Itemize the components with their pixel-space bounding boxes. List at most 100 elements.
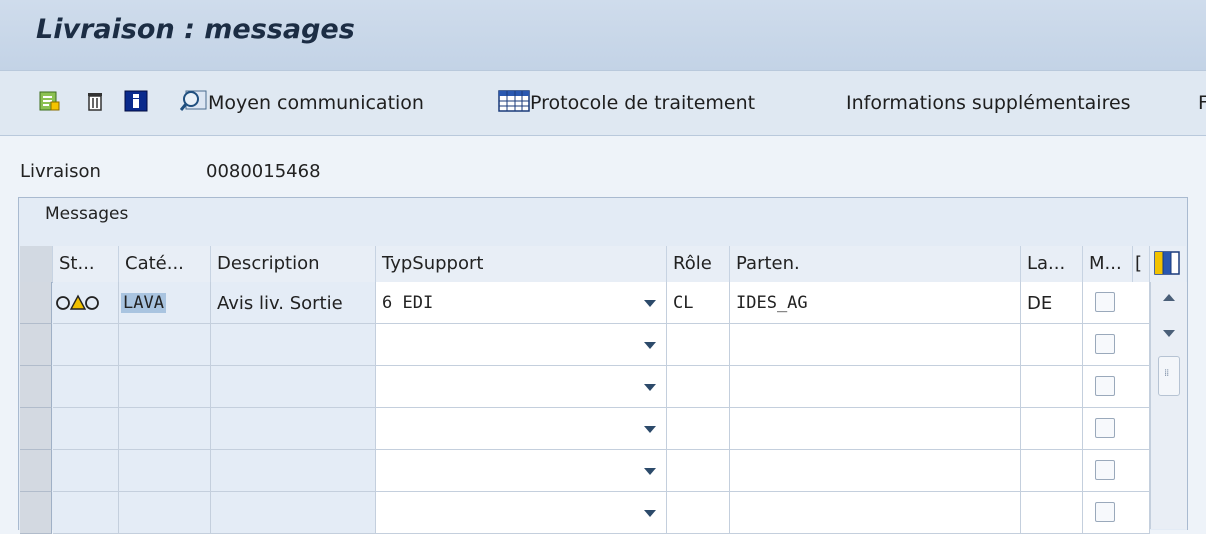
m-checkbox[interactable]	[1095, 418, 1115, 438]
m-checkbox[interactable]	[1095, 292, 1115, 312]
categorie-cell[interactable]	[119, 408, 211, 450]
description-cell[interactable]: Avis liv. Sortie	[211, 282, 376, 324]
role-cell[interactable]	[667, 324, 730, 366]
row-selector[interactable]	[20, 492, 52, 534]
column-header-typsupport[interactable]: TypSupport	[376, 246, 667, 282]
typsupport-dropdown[interactable]: 6 EDI	[376, 282, 667, 324]
toolbar-more-label: F	[1198, 92, 1206, 114]
messages-table-header: St... Caté... Description TypSupport Rôl…	[20, 246, 1186, 283]
toolbar-more-button[interactable]: F	[1198, 89, 1206, 117]
select-all-header[interactable]	[20, 246, 53, 282]
scroll-down-arrow-icon[interactable]	[1163, 330, 1175, 337]
typsupport-text: 6 EDI	[382, 293, 434, 313]
livraison-number: 0080015468	[206, 161, 321, 182]
role-cell[interactable]	[667, 450, 730, 492]
column-header-role[interactable]: Rôle	[667, 246, 730, 282]
langue-cell[interactable]	[1021, 408, 1083, 450]
scroll-up-arrow-icon[interactable]	[1163, 294, 1175, 301]
dropdown-arrow-icon[interactable]	[644, 510, 656, 517]
partenaire-cell[interactable]	[730, 324, 1021, 366]
magnifier-document-icon	[179, 88, 208, 119]
role-cell[interactable]	[667, 366, 730, 408]
column-header-status[interactable]: St...	[53, 246, 119, 282]
protocole-traitement-button[interactable]: Protocole de traitement	[498, 89, 755, 117]
m-checkbox-cell[interactable]	[1083, 492, 1150, 534]
m-checkbox[interactable]	[1095, 460, 1115, 480]
dropdown-arrow-icon[interactable]	[644, 426, 656, 433]
categorie-cell[interactable]	[119, 366, 211, 408]
moyen-communication-button[interactable]: Moyen communication	[179, 88, 424, 119]
row-selector[interactable]	[20, 408, 52, 450]
table-grid-icon	[498, 89, 530, 118]
description-text: Avis liv. Sortie	[217, 293, 343, 314]
vertical-scrollbar[interactable]: ⁞⁞	[1150, 282, 1187, 529]
delete-button[interactable]	[84, 89, 106, 117]
partenaire-cell[interactable]	[730, 450, 1021, 492]
dropdown-arrow-icon[interactable]	[644, 384, 656, 391]
categorie-cell[interactable]: LAVA	[119, 282, 211, 324]
typsupport-dropdown[interactable]	[376, 408, 667, 450]
langue-cell[interactable]: DE	[1021, 282, 1083, 324]
status-cell	[53, 366, 119, 408]
dropdown-arrow-icon[interactable]	[644, 468, 656, 475]
informations-supplementaires-button[interactable]: Informations supplémentaires	[846, 89, 1131, 117]
m-checkbox[interactable]	[1095, 334, 1115, 354]
partenaire-cell[interactable]: IDES_AG	[730, 282, 1021, 324]
dropdown-arrow-icon[interactable]	[644, 300, 656, 307]
row-selector[interactable]	[20, 282, 52, 324]
categorie-cell[interactable]	[119, 324, 211, 366]
langue-cell[interactable]	[1021, 450, 1083, 492]
langue-cell[interactable]	[1021, 366, 1083, 408]
description-cell[interactable]	[211, 450, 376, 492]
m-checkbox[interactable]	[1095, 502, 1115, 522]
typsupport-dropdown[interactable]	[376, 450, 667, 492]
role-cell[interactable]	[667, 492, 730, 534]
livraison-label: Livraison	[20, 161, 101, 182]
row-selector[interactable]	[20, 450, 52, 492]
description-cell[interactable]	[211, 408, 376, 450]
page-title: Livraison : messages	[36, 14, 355, 45]
trash-icon	[84, 90, 106, 117]
m-checkbox-cell[interactable]	[1083, 450, 1150, 492]
status-cell	[53, 408, 119, 450]
description-cell[interactable]	[211, 492, 376, 534]
dropdown-arrow-icon[interactable]	[644, 342, 656, 349]
m-checkbox-cell[interactable]	[1083, 408, 1150, 450]
langue-cell[interactable]	[1021, 324, 1083, 366]
status-cell	[53, 324, 119, 366]
categorie-cell[interactable]	[119, 450, 211, 492]
info-button[interactable]	[124, 89, 148, 117]
partenaire-cell[interactable]	[730, 366, 1021, 408]
categorie-cell[interactable]	[119, 492, 211, 534]
m-checkbox-cell[interactable]	[1083, 366, 1150, 408]
protocole-traitement-label: Protocole de traitement	[530, 92, 756, 114]
typsupport-dropdown[interactable]	[376, 324, 667, 366]
title-bar: Livraison : messages	[0, 0, 1206, 70]
description-cell[interactable]	[211, 324, 376, 366]
row-selector[interactable]	[20, 366, 52, 408]
m-checkbox[interactable]	[1095, 376, 1115, 396]
m-checkbox-cell[interactable]	[1083, 324, 1150, 366]
row-selector[interactable]	[20, 324, 52, 366]
typsupport-dropdown[interactable]	[376, 492, 667, 534]
column-header-description[interactable]: Description	[211, 246, 376, 282]
typsupport-dropdown[interactable]	[376, 366, 667, 408]
new-entry-button[interactable]	[38, 89, 60, 117]
column-config-button[interactable]	[1150, 246, 1186, 282]
column-header-langue[interactable]: La...	[1021, 246, 1083, 282]
column-header-truncated[interactable]: [	[1133, 246, 1150, 282]
scroll-thumb[interactable]: ⁞⁞	[1158, 356, 1180, 396]
column-header-partenaire[interactable]: Parten.	[730, 246, 1021, 282]
informations-supplementaires-label: Informations supplémentaires	[846, 92, 1131, 114]
m-checkbox-cell[interactable]	[1083, 282, 1150, 324]
status-cell	[53, 450, 119, 492]
role-cell[interactable]: CL	[667, 282, 730, 324]
column-header-m[interactable]: M...	[1083, 246, 1133, 282]
langue-cell[interactable]	[1021, 492, 1083, 534]
column-header-categorie[interactable]: Caté...	[119, 246, 211, 282]
description-cell[interactable]	[211, 366, 376, 408]
partenaire-cell[interactable]	[730, 408, 1021, 450]
status-cell	[53, 282, 119, 324]
role-cell[interactable]	[667, 408, 730, 450]
partenaire-cell[interactable]	[730, 492, 1021, 534]
